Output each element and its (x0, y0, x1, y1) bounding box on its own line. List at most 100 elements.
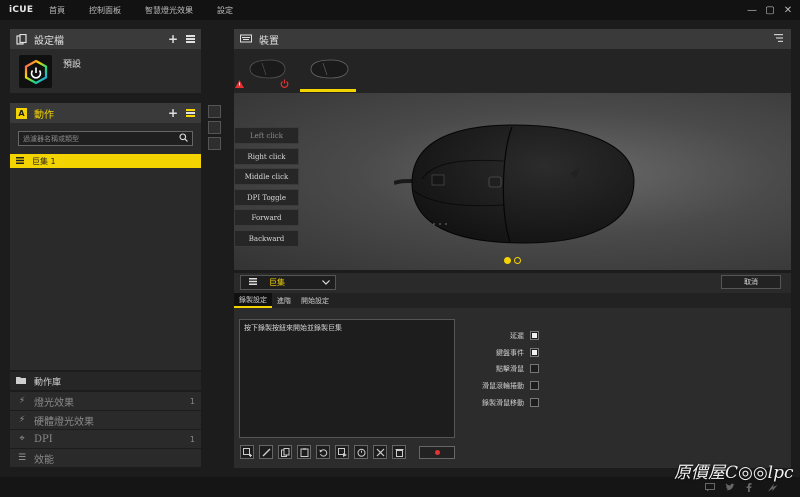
mouse-image (394, 124, 635, 244)
profile-item[interactable] (19, 55, 52, 88)
import-action-button[interactable] (207, 121, 221, 134)
mouse-wheel-checkbox[interactable] (530, 381, 539, 390)
library-item-dpi[interactable]: ⌖ DPI 1 (10, 430, 201, 448)
close-button[interactable]: ✕ (780, 0, 796, 20)
mouse-button-forward[interactable]: Forward (234, 209, 299, 226)
profile-list: 預設 (10, 49, 201, 93)
nav-home[interactable]: 首頁 (49, 5, 65, 16)
delete-action-button[interactable] (207, 137, 221, 150)
add-profile-button[interactable]: + (168, 32, 178, 46)
record-button[interactable] (419, 445, 455, 459)
twitter-icon[interactable] (725, 483, 737, 493)
mouse-thumbnail-icon (310, 59, 349, 79)
editor-tabs: 錄製設定 進階 開始設定 (234, 293, 791, 308)
nav-dashboard[interactable]: 控制面板 (89, 5, 121, 16)
timer-icon[interactable] (354, 445, 368, 459)
title-bar: iCUE 首頁 控制面板 智慧燈光效果 設定 — ▢ ✕ (0, 0, 800, 20)
option-mouse-clicks[interactable]: 點擊滑鼠 (464, 363, 539, 374)
action-editor-header: 巨集 取消 (234, 273, 791, 293)
option-delay[interactable]: 延遲 (464, 330, 539, 341)
chevron-down-icon (322, 278, 330, 287)
library-item-label: 硬體燈光效果 (34, 416, 94, 428)
record-hint: 按下錄製按鈕來開始並錄製巨集 (244, 324, 342, 332)
option-mouse-wheel[interactable]: 滑鼠滾輪捲動 (464, 380, 539, 391)
library-item-hardware-lighting[interactable]: ⚡ 硬體燈光效果 (10, 411, 201, 429)
library-item-count: 1 (189, 434, 195, 444)
performance-icon: ☰ (17, 453, 27, 463)
device-tab-mouse-1[interactable] (234, 49, 290, 93)
delay-checkbox[interactable] (530, 331, 539, 340)
maximize-button[interactable]: ▢ (762, 0, 778, 20)
search-icon[interactable] (179, 133, 188, 144)
add-step-icon[interactable] (240, 445, 254, 459)
action-library-header[interactable]: 動作庫 (10, 372, 201, 390)
app-logo: iCUE (9, 5, 34, 15)
mouse-button-middle-click[interactable]: Middle click (234, 168, 299, 185)
corsair-icon[interactable] (768, 483, 780, 493)
option-label: 鍵盤事件 (496, 348, 524, 357)
minimize-button[interactable]: — (744, 0, 760, 20)
pager-dot-1[interactable] (504, 257, 511, 264)
cancel-button[interactable]: 取消 (721, 275, 781, 289)
actions-menu-icon[interactable] (186, 109, 195, 117)
keyboard-events-checkbox[interactable] (530, 348, 539, 357)
nav-smart-lighting[interactable]: 智慧燈光效果 (145, 5, 193, 16)
list-icon (16, 156, 24, 166)
profiles-menu-icon[interactable] (186, 35, 195, 43)
lightning-icon: ⚡ (18, 415, 26, 425)
mouse-clicks-checkbox[interactable] (530, 364, 539, 373)
action-type-select[interactable]: 巨集 (240, 275, 336, 290)
undo-icon[interactable] (316, 445, 330, 459)
option-label: 滑鼠滾輪捲動 (482, 381, 524, 390)
option-label: 錄製滑鼠移動 (482, 398, 524, 407)
edit-icon[interactable] (259, 445, 273, 459)
paste-icon[interactable] (297, 445, 311, 459)
profile-name[interactable]: 預設 (63, 57, 81, 70)
devices-menu-icon[interactable] (774, 33, 783, 45)
mouse-thumbnail-icon (249, 59, 286, 79)
library-item-performance[interactable]: ☰ 效能 (10, 449, 201, 467)
add-action-button[interactable]: + (168, 106, 178, 120)
insert-icon[interactable] (335, 445, 349, 459)
mouse-button-right-click[interactable]: Right click (234, 148, 299, 165)
keyboard-icon (240, 34, 252, 45)
folder-icon (16, 376, 26, 387)
mouse-button-left-click[interactable]: Left click (234, 127, 299, 144)
tab-record-settings[interactable]: 錄製設定 (234, 293, 272, 308)
icue-profile-icon (24, 59, 47, 84)
option-mouse-movement[interactable]: 錄製滑鼠移動 (464, 397, 539, 408)
library-item-lighting[interactable]: ⚡ 燈光效果 1 (10, 392, 201, 410)
action-type-value: 巨集 (269, 278, 285, 287)
mouse-button-backward[interactable]: Backward (234, 230, 299, 247)
option-keyboard-events[interactable]: 鍵盤事件 (464, 347, 539, 358)
actions-title: 動作 (34, 109, 54, 121)
option-label: 點擊滑鼠 (496, 364, 524, 373)
copy-action-button[interactable] (207, 105, 221, 118)
tab-advanced[interactable]: 進階 (272, 293, 296, 308)
tab-start-settings[interactable]: 開始設定 (296, 293, 334, 308)
pager-dot-2[interactable] (514, 257, 521, 264)
action-item-macro-1[interactable]: 巨集 1 (10, 154, 201, 168)
trash-icon[interactable] (392, 445, 406, 459)
nav-settings[interactable]: 設定 (217, 5, 233, 16)
mouse-movement-checkbox[interactable] (530, 398, 539, 407)
action-filter-placeholder: 過濾器名稱或類型 (23, 134, 79, 143)
chat-icon[interactable] (705, 483, 717, 493)
action-library-title: 動作庫 (34, 377, 62, 388)
mouse-button-dpi-toggle[interactable]: DPI Toggle (234, 189, 299, 206)
library-item-count: 1 (189, 396, 195, 406)
macro-record-area[interactable]: 按下錄製按鈕來開始並錄製巨集 (239, 319, 455, 438)
devices-title: 裝置 (259, 35, 279, 47)
remove-icon[interactable] (373, 445, 387, 459)
pointer-icon: ⌖ (19, 434, 25, 444)
copy-icon[interactable] (278, 445, 292, 459)
facebook-icon[interactable] (746, 483, 758, 493)
action-tool-strip (206, 103, 222, 153)
device-tab-mouse-2[interactable] (300, 49, 356, 93)
actions-icon: A (16, 107, 27, 119)
profiles-title: 設定檔 (34, 35, 64, 47)
profile-icon (16, 33, 27, 45)
action-filter-input[interactable]: 過濾器名稱或類型 (18, 131, 193, 146)
device-preview: Left click Right click Middle click DPI … (234, 93, 791, 270)
icue-window: iCUE 首頁 控制面板 智慧燈光效果 設定 — ▢ ✕ 設定檔 + 預設 A … (0, 0, 800, 497)
